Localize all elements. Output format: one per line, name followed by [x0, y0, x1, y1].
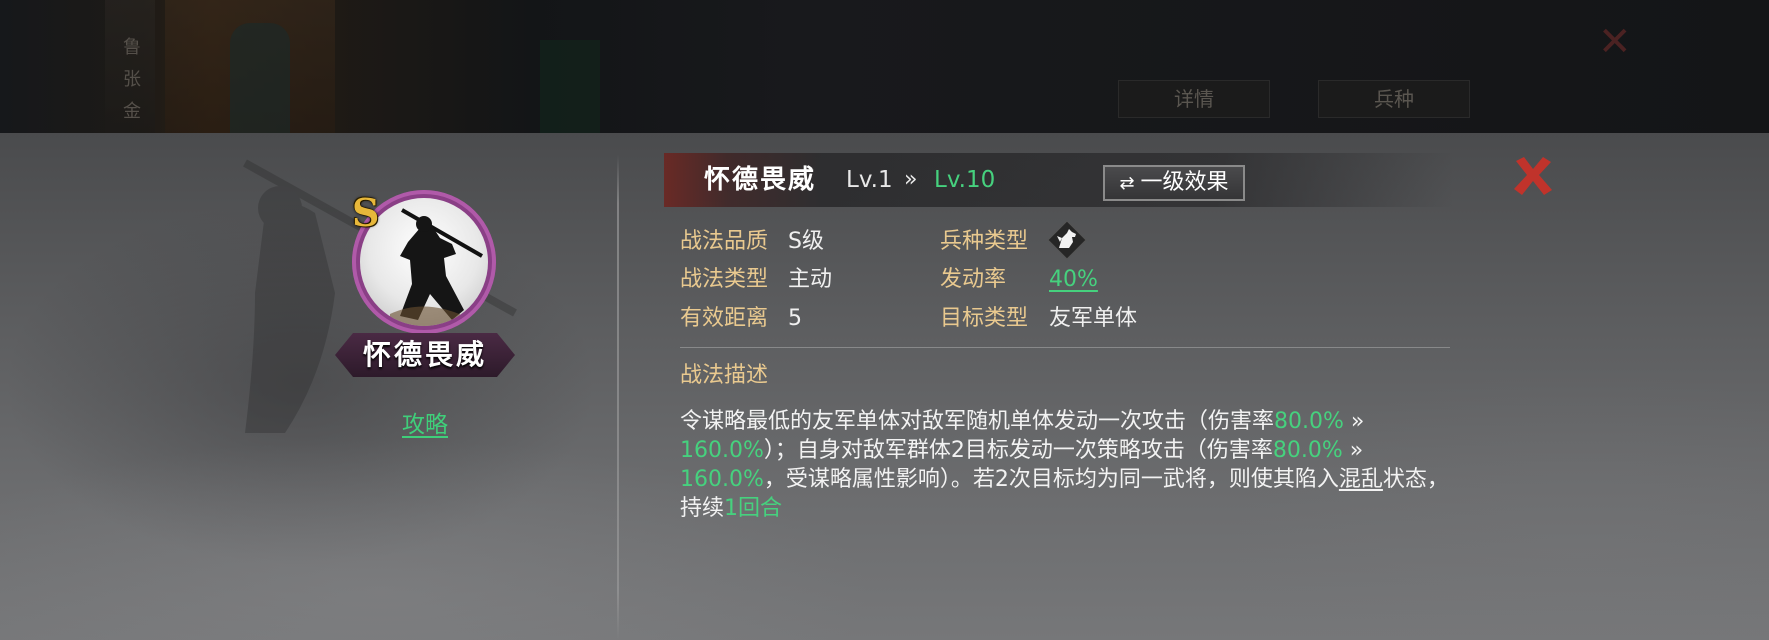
- target-type-label: 目标类型: [940, 306, 1029, 331]
- skill-title: 怀德畏威: [704, 165, 817, 195]
- trigger-rate-label: 发动率: [940, 267, 1007, 292]
- type-label: 战法类型: [680, 267, 769, 292]
- section-divider: [680, 347, 1450, 348]
- effect-button-label: 一级效果: [1140, 170, 1229, 195]
- desc-value: 1回合: [724, 496, 783, 521]
- desc-arrow: »: [1343, 409, 1365, 434]
- quality-label: 战法品质: [680, 229, 769, 254]
- status-confusion-link[interactable]: 混乱: [1339, 467, 1383, 492]
- strategy-guide-link[interactable]: 攻略: [372, 405, 478, 439]
- desc-value: 80.0%: [1274, 409, 1344, 434]
- quality-value: S级: [788, 229, 824, 254]
- description-title: 战法描述: [680, 363, 769, 388]
- target-type-value: 友军单体: [1049, 306, 1138, 331]
- desc-value: 80.0%: [1272, 438, 1343, 463]
- bg-side-text: 鲁 张 金: [123, 37, 141, 122]
- bg-decoration: [230, 23, 290, 133]
- bg-decoration: [540, 40, 600, 133]
- grade-badge: S: [352, 190, 380, 235]
- desc-value: 160.0%: [680, 467, 764, 492]
- trigger-rate-value[interactable]: 40%: [1049, 264, 1098, 296]
- troop-type-label: 兵种类型: [940, 229, 1029, 254]
- level-max: Lv.10: [934, 167, 996, 193]
- skill-description: 令谋略最低的友军单体对敌军随机单体发动一次攻击（伤害率80.0% » 160.0…: [680, 407, 1450, 523]
- level-effect-toggle-button[interactable]: ⇄ 一级效果: [1103, 165, 1245, 201]
- range-value: 5: [788, 306, 802, 331]
- desc-value: 160.0%: [680, 438, 764, 463]
- skill-name-plate: 怀德畏威: [335, 333, 515, 377]
- desc-text: ）；自身对敌军群体2目标发动一次策略攻击（伤害率: [763, 438, 1273, 463]
- panel-divider: [617, 155, 619, 640]
- bg-tab-troops: 兵种: [1318, 80, 1470, 118]
- level-arrow-icon: »: [904, 167, 918, 192]
- cavalry-horse-icon: [1047, 220, 1087, 260]
- type-value: 主动: [788, 267, 833, 292]
- desc-text: ，受谋略属性影响）。若2次目标均为同一武将，则使其陷入: [763, 467, 1339, 492]
- swap-icon: ⇄: [1119, 173, 1135, 194]
- skill-header: 怀德畏威 Lv.1 » Lv.10: [664, 153, 1454, 207]
- bg-close-icon: ✕: [1598, 19, 1632, 65]
- skill-detail-panel: [0, 133, 1769, 640]
- close-icon[interactable]: [1510, 153, 1556, 199]
- skill-name-plate-text: 怀德畏威: [362, 338, 487, 371]
- level-current: Lv.1: [846, 167, 893, 193]
- desc-text: 令谋略最低的友军单体对敌军随机单体发动一次攻击（伤害率: [680, 409, 1275, 434]
- bg-tab-details: 详情: [1118, 80, 1270, 118]
- desc-arrow: »: [1342, 438, 1364, 463]
- range-label: 有效距离: [680, 306, 769, 331]
- background-scene: 鲁 张 金 详情 兵种 ✕: [0, 0, 1769, 133]
